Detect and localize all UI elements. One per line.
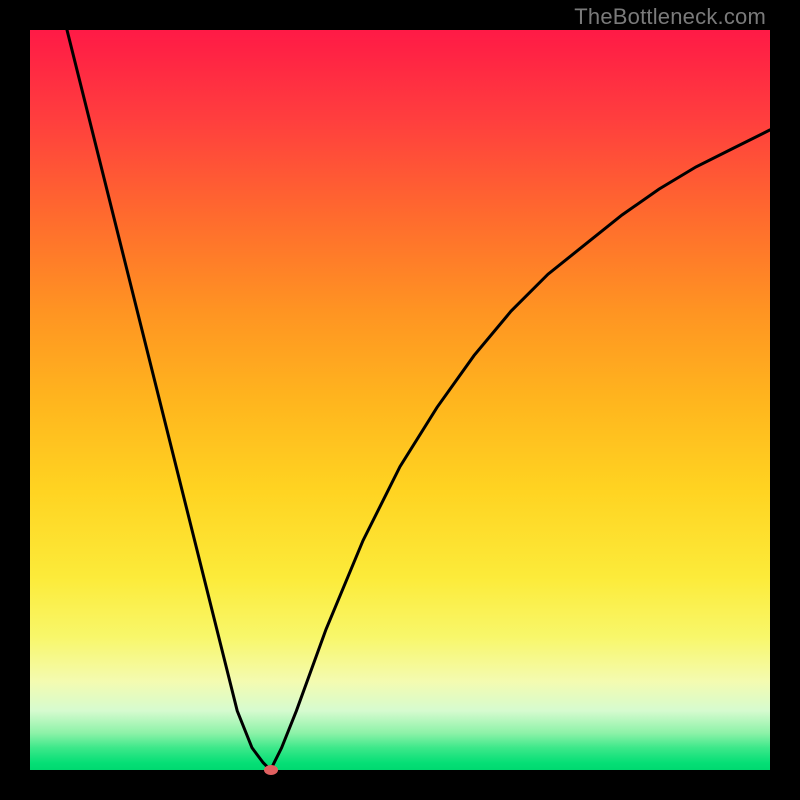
attribution-label: TheBottleneck.com (574, 4, 766, 30)
curve-right (271, 130, 771, 770)
plot-area (30, 30, 770, 770)
chart-frame: TheBottleneck.com (0, 0, 800, 800)
curve-left (67, 30, 271, 770)
minimum-marker (264, 765, 278, 775)
curve-svg (30, 30, 770, 770)
